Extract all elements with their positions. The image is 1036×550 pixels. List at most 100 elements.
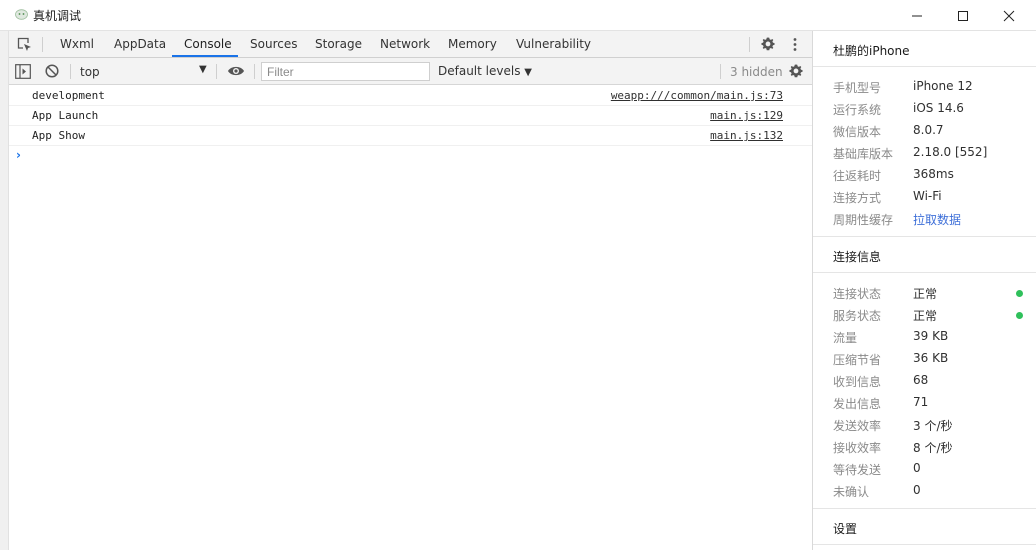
context-dropdown-arrow[interactable]: ▼ bbox=[199, 64, 207, 75]
wechat-devtools-icon bbox=[15, 9, 28, 20]
filter-field[interactable] bbox=[261, 62, 430, 81]
info-key: 连接状态 bbox=[833, 287, 882, 301]
info-value: 8.0.7 bbox=[913, 123, 944, 137]
toolbar-divider bbox=[749, 37, 750, 52]
console-message-text: development bbox=[32, 89, 105, 102]
info-value: 368ms bbox=[913, 167, 954, 181]
status-ok-dot bbox=[1016, 290, 1023, 297]
info-value: 正常 bbox=[913, 309, 938, 323]
console-message-text: App Show bbox=[32, 129, 85, 142]
info-key: 等待发送 bbox=[833, 463, 882, 477]
info-row: 周期性缓存 拉取数据 bbox=[833, 209, 1023, 229]
console-source-link[interactable]: main.js:132 bbox=[710, 129, 783, 142]
gear-icon[interactable] bbox=[760, 36, 776, 52]
toolbar-divider bbox=[720, 64, 721, 79]
info-row: 往返耗时 368ms bbox=[833, 165, 1023, 185]
filter-input[interactable] bbox=[262, 63, 429, 80]
info-row: 流量 39 KB bbox=[833, 327, 1023, 347]
tab-sources[interactable]: Sources bbox=[250, 31, 297, 57]
info-row: 运行系统 iOS 14.6 bbox=[833, 99, 1023, 119]
info-row: 收到信息 68 bbox=[833, 371, 1023, 391]
log-levels-label: Default levels bbox=[438, 64, 521, 78]
info-row: 等待发送 0 bbox=[833, 459, 1023, 479]
tab-network[interactable]: Network bbox=[380, 31, 430, 57]
eye-icon[interactable] bbox=[227, 65, 245, 77]
info-row: 未确认 0 bbox=[833, 481, 1023, 501]
minimize-button[interactable] bbox=[894, 0, 940, 31]
info-key: 发出信息 bbox=[833, 397, 882, 411]
info-key: 周期性缓存 bbox=[833, 213, 894, 227]
device-section-header: 杜鹏的iPhone bbox=[813, 31, 1036, 67]
maximize-button[interactable] bbox=[940, 0, 986, 31]
inspect-element-icon[interactable] bbox=[17, 37, 32, 52]
tab-vulnerability[interactable]: Vulnerability bbox=[516, 31, 591, 57]
info-value: 0 bbox=[913, 483, 921, 497]
info-row: 压缩节省 36 KB bbox=[833, 349, 1023, 369]
active-tab-indicator bbox=[172, 55, 238, 57]
info-value: 71 bbox=[913, 395, 929, 409]
info-row: 手机型号 iPhone 12 bbox=[833, 77, 1023, 97]
info-value: 2.18.0 [552] bbox=[913, 145, 988, 159]
console-source-link[interactable]: main.js:129 bbox=[710, 109, 783, 122]
tab-memory[interactable]: Memory bbox=[448, 31, 497, 57]
info-key: 接收效率 bbox=[833, 441, 882, 455]
clear-console-icon[interactable] bbox=[45, 64, 59, 78]
info-key: 压缩节省 bbox=[833, 353, 882, 367]
context-select[interactable]: top bbox=[80, 65, 100, 79]
fetch-data-link[interactable]: 拉取数据 bbox=[913, 211, 961, 228]
devtools-tab-bar: Wxml AppData Console Sources Storage Net… bbox=[9, 31, 812, 58]
console-settings-icon[interactable] bbox=[788, 63, 804, 79]
close-icon bbox=[1003, 10, 1015, 21]
minimize-icon bbox=[912, 15, 922, 16]
toolbar-divider bbox=[216, 64, 217, 79]
log-levels-dropdown[interactable]: Default levels ▼ bbox=[438, 64, 532, 78]
tab-storage[interactable]: Storage bbox=[315, 31, 362, 57]
info-row: 发送效率 3 个/秒 bbox=[833, 415, 1023, 435]
window-title: 真机调试 bbox=[33, 9, 82, 23]
info-key: 往返耗时 bbox=[833, 169, 882, 183]
connection-title: 连接信息 bbox=[833, 250, 882, 264]
info-row: 接收效率 8 个/秒 bbox=[833, 437, 1023, 457]
left-edge-strip bbox=[0, 31, 9, 550]
console-message-row: development weapp:///common/main.js:73 bbox=[9, 86, 812, 106]
tab-wxml[interactable]: Wxml bbox=[60, 31, 94, 57]
info-key: 基础库版本 bbox=[833, 147, 894, 161]
info-value: iPhone 12 bbox=[913, 79, 973, 93]
hidden-messages-count: 3 hidden bbox=[730, 65, 783, 79]
info-row: 连接方式 Wi-Fi bbox=[833, 187, 1023, 207]
info-key: 发送效率 bbox=[833, 419, 882, 433]
info-value: 8 个/秒 bbox=[913, 441, 953, 455]
console-source-link[interactable]: weapp:///common/main.js:73 bbox=[611, 89, 783, 102]
tab-appdata[interactable]: AppData bbox=[114, 31, 166, 57]
device-info-panel: 杜鹏的iPhone 手机型号 iPhone 12 运行系统 iOS 14.6 微信版… bbox=[812, 31, 1036, 550]
info-row: 发出信息 71 bbox=[833, 393, 1023, 413]
more-options-icon[interactable] bbox=[792, 37, 798, 52]
settings-title: 设置 bbox=[833, 522, 858, 536]
maximize-icon bbox=[958, 10, 968, 21]
settings-section-header[interactable]: 设置 bbox=[813, 509, 1036, 545]
info-value: 3 个/秒 bbox=[913, 419, 953, 433]
console-prompt[interactable]: › bbox=[16, 148, 21, 162]
tab-console[interactable]: Console bbox=[184, 31, 232, 57]
connection-section-header: 连接信息 bbox=[813, 237, 1036, 273]
close-button[interactable] bbox=[986, 0, 1032, 31]
info-row: 服务状态 正常 bbox=[833, 305, 1023, 325]
info-value: 68 bbox=[913, 373, 929, 387]
info-value: 36 KB bbox=[913, 351, 949, 365]
toolbar-divider bbox=[254, 64, 255, 79]
info-row: 微信版本 8.0.7 bbox=[833, 121, 1023, 141]
info-value: 正常 bbox=[913, 287, 938, 301]
device-name: 杜鹏的iPhone bbox=[833, 44, 910, 58]
info-key: 服务状态 bbox=[833, 309, 882, 323]
console-message-text: App Launch bbox=[32, 109, 99, 122]
sidebar-toggle-icon[interactable] bbox=[15, 64, 31, 79]
info-row: 基础库版本 2.18.0 [552] bbox=[833, 143, 1023, 163]
info-key: 手机型号 bbox=[833, 81, 882, 95]
info-row: 连接状态 正常 bbox=[833, 283, 1023, 303]
info-key: 微信版本 bbox=[833, 125, 882, 139]
devtools-panel: Wxml AppData Console Sources Storage Net… bbox=[9, 31, 812, 550]
info-key: 运行系统 bbox=[833, 103, 882, 117]
info-key: 未确认 bbox=[833, 485, 870, 499]
info-key: 连接方式 bbox=[833, 191, 882, 205]
info-key: 收到信息 bbox=[833, 375, 882, 389]
